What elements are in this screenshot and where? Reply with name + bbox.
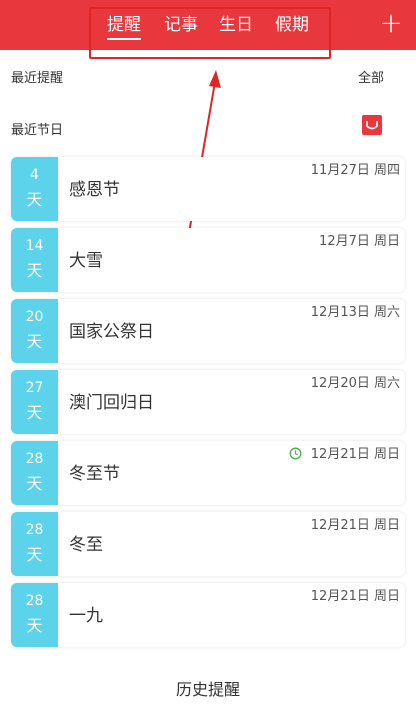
- item-date: 11月27日 周四: [310, 163, 400, 178]
- history-reminders-button[interactable]: 历史提醒: [0, 676, 416, 700]
- list-item[interactable]: 4 天 感恩节 11月27日 周四: [11, 157, 405, 221]
- days-badge: 4 天: [11, 157, 58, 221]
- days-unit: 天: [26, 616, 43, 635]
- recent-reminders-label: 最近提醒: [11, 71, 64, 86]
- days-count: 20: [25, 309, 44, 325]
- days-count: 4: [30, 167, 39, 183]
- days-count: 28: [25, 522, 44, 538]
- plus-icon[interactable]: +: [378, 9, 404, 39]
- item-date: 12月13日 周六: [310, 305, 400, 320]
- list-item[interactable]: 27 天 澳门回归日 12月20日 周六: [11, 370, 405, 434]
- days-badge: 27 天: [11, 370, 58, 434]
- tabs-highlight-box: [89, 7, 331, 59]
- list-item[interactable]: 28 天 一九 12月21日 周日: [11, 583, 405, 647]
- days-badge: 28 天: [11, 441, 58, 505]
- list-item[interactable]: 14 天 大雪 12月7日 周日: [11, 228, 405, 292]
- all-link[interactable]: 全部: [358, 67, 384, 86]
- days-badge: 28 天: [11, 583, 58, 647]
- days-unit: 天: [26, 545, 43, 564]
- days-unit: 天: [26, 332, 43, 351]
- days-unit: 天: [26, 190, 43, 209]
- days-count: 14: [25, 238, 44, 254]
- days-unit: 天: [26, 474, 43, 493]
- gift-icon[interactable]: [362, 115, 382, 135]
- list-item[interactable]: 28 天 冬至节 12月21日 周日: [11, 441, 405, 505]
- item-date: 12月7日 周日: [319, 234, 400, 249]
- item-name: 澳门回归日: [69, 393, 154, 413]
- item-name: 冬至节: [69, 464, 120, 484]
- days-badge: 14 天: [11, 228, 58, 292]
- days-unit: 天: [26, 261, 43, 280]
- item-name: 一九: [69, 606, 103, 626]
- days-badge: 20 天: [11, 299, 58, 363]
- item-name: 国家公祭日: [69, 322, 154, 342]
- item-date: 12月21日 周日: [310, 447, 400, 462]
- alarm-clock-icon: [289, 447, 302, 460]
- days-badge: 28 天: [11, 512, 58, 576]
- recent-holidays-label: 最近节日: [11, 123, 64, 138]
- days-count: 28: [25, 593, 44, 609]
- item-name: 感恩节: [69, 180, 120, 200]
- item-date: 12月21日 周日: [310, 518, 400, 533]
- days-unit: 天: [26, 403, 43, 422]
- item-date: 12月20日 周六: [310, 376, 400, 391]
- list-item[interactable]: 20 天 国家公祭日 12月13日 周六: [11, 299, 405, 363]
- list-item[interactable]: 28 天 冬至 12月21日 周日: [11, 512, 405, 576]
- days-count: 28: [25, 451, 44, 467]
- days-count: 27: [25, 380, 44, 396]
- item-name: 大雪: [69, 251, 103, 271]
- item-name: 冬至: [69, 535, 103, 555]
- item-date: 12月21日 周日: [310, 589, 400, 604]
